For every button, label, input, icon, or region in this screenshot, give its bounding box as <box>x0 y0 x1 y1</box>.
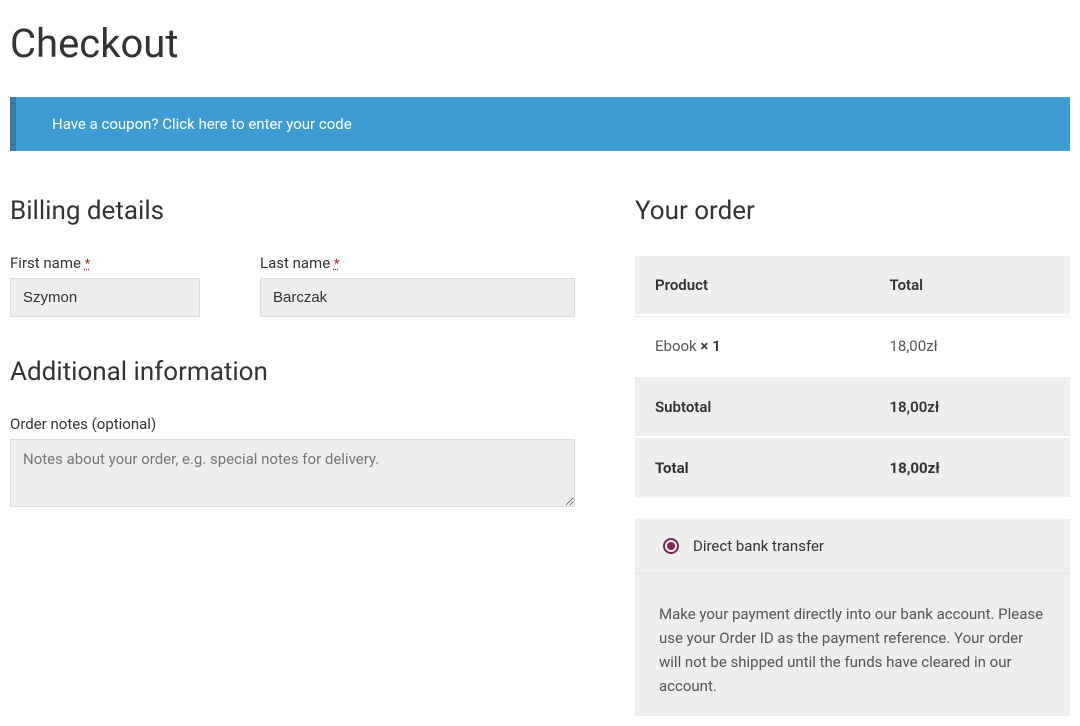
order-total-label: Total <box>635 438 869 497</box>
payment-description: Make your payment directly into our bank… <box>635 573 1070 716</box>
required-mark: * <box>334 257 340 272</box>
order-table: Product Total Ebook × 1 18,00zł Subtotal… <box>635 254 1070 499</box>
payment-method-row[interactable]: Direct bank transfer <box>635 519 1070 573</box>
order-total-value: 18,00zł <box>869 438 1070 497</box>
order-header-total: Total <box>869 256 1070 314</box>
payment-method-label: Direct bank transfer <box>693 537 824 555</box>
coupon-prompt: Have a coupon? <box>52 115 162 133</box>
order-item-qty: × 1 <box>700 337 720 355</box>
coupon-link[interactable]: Click here to enter your code <box>162 115 351 133</box>
order-subtotal-label: Subtotal <box>635 377 869 436</box>
order-subtotal-value: 18,00zł <box>869 377 1070 436</box>
order-total-row: Total 18,00zł <box>635 438 1070 497</box>
page-title: Checkout <box>10 10 1070 67</box>
first-name-label: First name * <box>10 254 200 272</box>
order-notes-label: Order notes (optional) <box>10 415 575 433</box>
first-name-input[interactable] <box>10 278 200 317</box>
order-item-row: Ebook × 1 18,00zł <box>635 316 1070 375</box>
order-heading: Your order <box>635 196 1070 226</box>
order-notes-textarea[interactable] <box>10 439 575 507</box>
additional-heading: Additional information <box>10 357 575 387</box>
radio-selected-icon[interactable] <box>663 538 679 554</box>
billing-heading: Billing details <box>10 196 575 226</box>
order-item-name: Ebook <box>655 337 700 355</box>
last-name-label: Last name * <box>260 254 575 272</box>
required-mark: * <box>85 257 91 272</box>
payment-box: Direct bank transfer Make your payment d… <box>635 519 1070 716</box>
order-subtotal-row: Subtotal 18,00zł <box>635 377 1070 436</box>
coupon-banner[interactable]: Have a coupon? Click here to enter your … <box>10 97 1070 151</box>
order-item-price: 18,00zł <box>869 316 1070 375</box>
last-name-input[interactable] <box>260 278 575 317</box>
order-header-product: Product <box>635 256 869 314</box>
